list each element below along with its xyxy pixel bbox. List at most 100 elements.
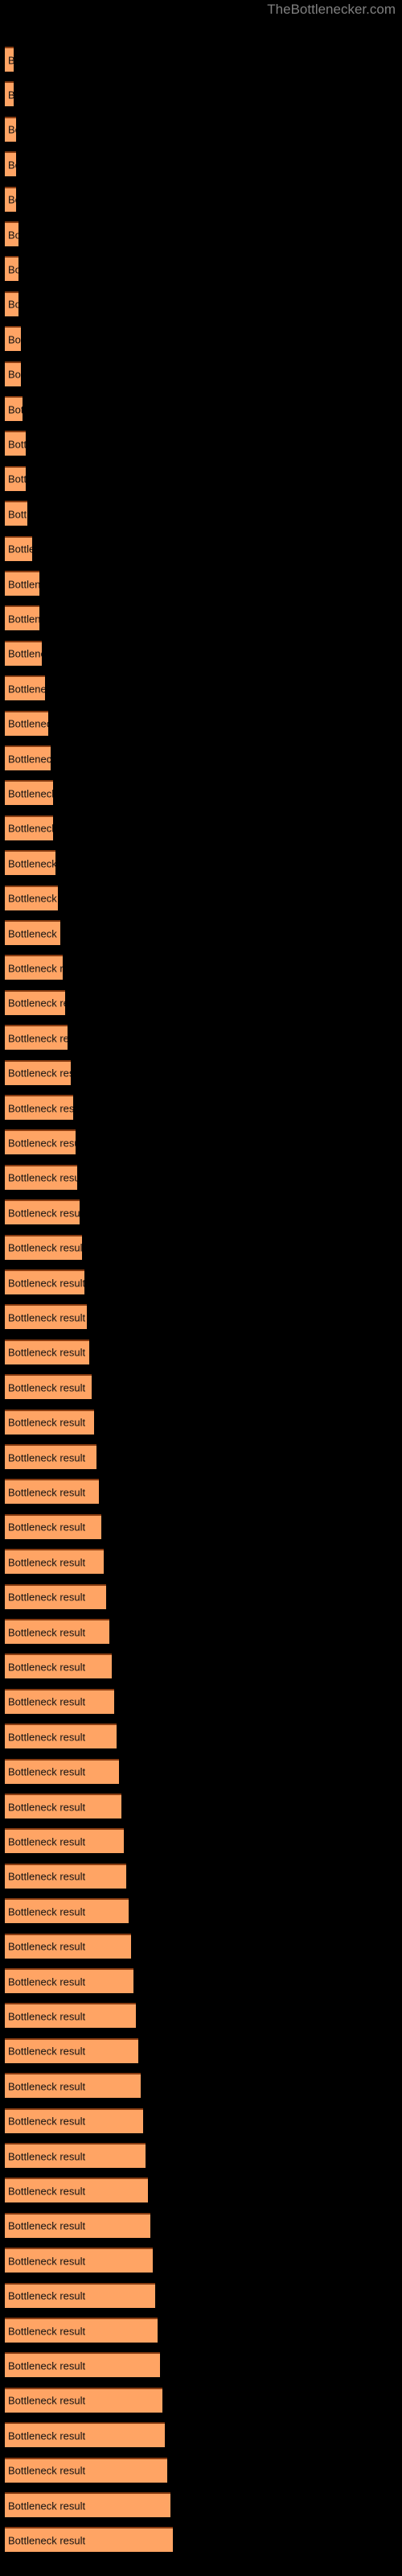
bar-row: Bottleneck result bbox=[0, 2422, 402, 2448]
bar: Bottleneck result bbox=[5, 2178, 148, 2203]
bar-label: Bottleneck result bbox=[8, 1695, 86, 1708]
bar: Bottleneck result bbox=[5, 675, 45, 701]
bar-label: Bottleneck result bbox=[8, 613, 39, 625]
bar: Bottleneck result bbox=[5, 1513, 101, 1539]
bar-row: Bottleneck result bbox=[0, 1304, 402, 1330]
bar: Bottleneck result bbox=[5, 1025, 68, 1051]
bar-label: Bottleneck result bbox=[8, 123, 16, 136]
bar: Bottleneck result bbox=[5, 2527, 173, 2553]
bar-row: Bottleneck result bbox=[0, 2107, 402, 2133]
bar-row: Bottleneck result bbox=[0, 2387, 402, 2413]
bar: Bottleneck result bbox=[5, 920, 60, 945]
bar: Bottleneck result bbox=[5, 535, 32, 561]
bar-label: Bottleneck result bbox=[8, 1521, 86, 1534]
bar-label: Bottleneck result bbox=[8, 822, 53, 835]
bar-label: Bottleneck result bbox=[8, 1277, 84, 1289]
bar-row: Bottleneck result bbox=[0, 1863, 402, 1889]
bar: Bottleneck result bbox=[5, 640, 42, 666]
bar-label: Bottleneck result bbox=[8, 787, 53, 800]
bar-row: Bottleneck result bbox=[0, 1234, 402, 1260]
bar-label: Bottleneck result bbox=[8, 2325, 86, 2337]
bar-row: Bottleneck result bbox=[0, 640, 402, 666]
bar-label: Bottleneck result bbox=[8, 1381, 86, 1394]
bar-label: Bottleneck result bbox=[8, 1835, 86, 1848]
bar-label: Bottleneck result bbox=[8, 89, 14, 101]
bar: Bottleneck result bbox=[5, 1583, 106, 1609]
bar-row: Bottleneck result bbox=[0, 1444, 402, 1469]
bar-label: Bottleneck result bbox=[8, 578, 39, 590]
bar: Bottleneck result bbox=[5, 291, 18, 316]
bar: Bottleneck result bbox=[5, 361, 21, 386]
bar-row: Bottleneck result bbox=[0, 1619, 402, 1644]
bar-label: Bottleneck result bbox=[8, 753, 51, 765]
bar: Bottleneck result bbox=[5, 326, 21, 352]
bar-label: Bottleneck result bbox=[8, 1591, 86, 1604]
bar-label: Bottleneck result bbox=[8, 1102, 73, 1114]
bar: Bottleneck result bbox=[5, 1479, 99, 1505]
bar: Bottleneck result bbox=[5, 2143, 146, 2168]
bar-label: Bottleneck result bbox=[8, 368, 21, 381]
bar-row: Bottleneck result bbox=[0, 1828, 402, 1854]
bar-row: Bottleneck result bbox=[0, 291, 402, 316]
bar: Bottleneck result bbox=[5, 396, 23, 421]
bar-row: Bottleneck result bbox=[0, 535, 402, 561]
bar-row: Bottleneck result bbox=[0, 1933, 402, 1959]
bar-row: Bottleneck result bbox=[0, 256, 402, 282]
bar-row: Bottleneck result bbox=[0, 501, 402, 526]
bar-row: Bottleneck result bbox=[0, 955, 402, 980]
bar-row: Bottleneck result bbox=[0, 745, 402, 770]
bar: Bottleneck result bbox=[5, 1374, 92, 1400]
bar-label: Bottleneck result bbox=[8, 438, 26, 451]
bar: Bottleneck result bbox=[5, 2352, 160, 2378]
bar: Bottleneck result bbox=[5, 1444, 96, 1469]
bar: Bottleneck result bbox=[5, 1688, 114, 1714]
bar: Bottleneck result bbox=[5, 989, 65, 1015]
bar-label: Bottleneck result bbox=[8, 1801, 86, 1813]
bar: Bottleneck result bbox=[5, 745, 51, 770]
bar-label: Bottleneck result bbox=[8, 1661, 86, 1674]
bar: Bottleneck result bbox=[5, 1794, 121, 1818]
bar-label: Bottleneck result bbox=[8, 1556, 86, 1569]
bar: Bottleneck result bbox=[5, 1863, 126, 1889]
bar-row: Bottleneck result bbox=[0, 989, 402, 1015]
bar-row: Bottleneck result bbox=[0, 605, 402, 631]
bar-row: Bottleneck result bbox=[0, 1898, 402, 1924]
bar: Bottleneck result bbox=[5, 465, 26, 491]
bar-label: Bottleneck result bbox=[8, 927, 60, 939]
bar-label: Bottleneck result bbox=[8, 2464, 86, 2477]
bar: Bottleneck result bbox=[5, 1059, 71, 1085]
bar-chart-plot-area: Bottleneck result Bottleneck result Bottle… bbox=[0, 0, 402, 2576]
bar: Bottleneck result bbox=[5, 955, 63, 980]
bar: Bottleneck result bbox=[5, 1095, 73, 1120]
bar-row: Bottleneck result bbox=[0, 885, 402, 910]
bar: Bottleneck result bbox=[5, 885, 58, 910]
bar-row: Bottleneck result bbox=[0, 2143, 402, 2168]
bar: Bottleneck result bbox=[5, 2422, 165, 2448]
bar-label: Bottleneck result bbox=[8, 1975, 86, 1988]
bar-label: Bottleneck result bbox=[8, 1905, 86, 1918]
bar-row: Bottleneck result bbox=[0, 81, 402, 107]
bar: Bottleneck result bbox=[5, 1234, 82, 1260]
bar: Bottleneck result bbox=[5, 186, 16, 212]
bar-row: Bottleneck result bbox=[0, 1513, 402, 1539]
bar-label: Bottleneck result bbox=[8, 2429, 86, 2442]
bar: Bottleneck result bbox=[5, 710, 48, 736]
bar-row: Bottleneck result bbox=[0, 1164, 402, 1190]
bar-label: Bottleneck result bbox=[8, 857, 55, 870]
bar-row: Bottleneck result bbox=[0, 396, 402, 421]
bar-row: Bottleneck result bbox=[0, 1758, 402, 1784]
bar: Bottleneck result bbox=[5, 2387, 162, 2413]
bar-row: Bottleneck result bbox=[0, 326, 402, 352]
bar-label: Bottleneck result bbox=[8, 1067, 71, 1080]
bar: Bottleneck result bbox=[5, 1269, 84, 1294]
bar-row: Bottleneck result bbox=[0, 1409, 402, 1435]
bar: Bottleneck result bbox=[5, 1619, 109, 1644]
bar-label: Bottleneck result bbox=[8, 333, 21, 346]
bar-row: Bottleneck result bbox=[0, 815, 402, 840]
bar-row: Bottleneck result bbox=[0, 2178, 402, 2203]
bar-label: Bottleneck result bbox=[8, 2255, 86, 2268]
bar-row: Bottleneck result bbox=[0, 920, 402, 945]
bar: Bottleneck result bbox=[5, 501, 27, 526]
bar-label: Bottleneck result bbox=[8, 1765, 86, 1778]
bar-row: Bottleneck result bbox=[0, 1059, 402, 1085]
